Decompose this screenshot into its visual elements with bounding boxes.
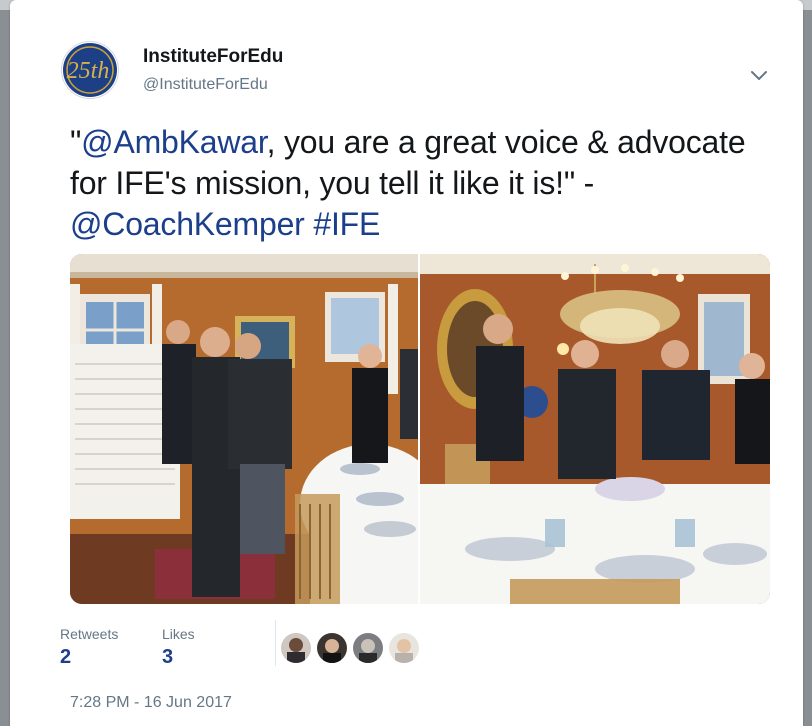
mention-link[interactable]: @CoachKemper [70,206,305,242]
tweet-card: 25th InstituteForEdu @InstituteForEdu "@… [10,0,803,726]
chevron-down-icon[interactable] [748,64,770,86]
liker-avatar[interactable] [280,632,312,664]
tweet-timestamp[interactable]: 7:28 PM - 16 Jun 2017 [70,694,232,712]
hashtag-link[interactable]: #IFE [313,206,380,242]
retweets-stat[interactable]: Retweets 2 [60,626,118,669]
author-avatar[interactable]: 25th [61,41,119,99]
photo-dinner-guests [70,254,418,604]
avatar-logo: 25th [63,43,117,97]
retweets-label: Retweets [60,626,119,642]
stats-divider [275,620,276,666]
tweet-photo-right[interactable] [420,254,770,604]
svg-text:25th: 25th [67,58,110,84]
likes-count: 3 [162,646,174,668]
likes-label: Likes [162,626,195,642]
author-name[interactable]: InstituteForEdu [143,46,283,68]
liker-avatar[interactable] [352,632,384,664]
mention-link[interactable]: @AmbKawar [81,124,267,160]
likes-stat[interactable]: Likes 3 [162,626,195,669]
liker-avatar[interactable] [316,632,348,664]
tweet-text-segment: " [70,124,82,160]
retweets-count: 2 [60,646,72,668]
photo-dinner-table [420,254,770,604]
author-handle[interactable]: @InstituteForEdu [143,76,268,94]
tweet-text: "@AmbKawar, you are a great voice & advo… [70,122,780,245]
liker-avatar[interactable] [388,632,420,664]
tweet-photo-left[interactable] [70,254,418,604]
